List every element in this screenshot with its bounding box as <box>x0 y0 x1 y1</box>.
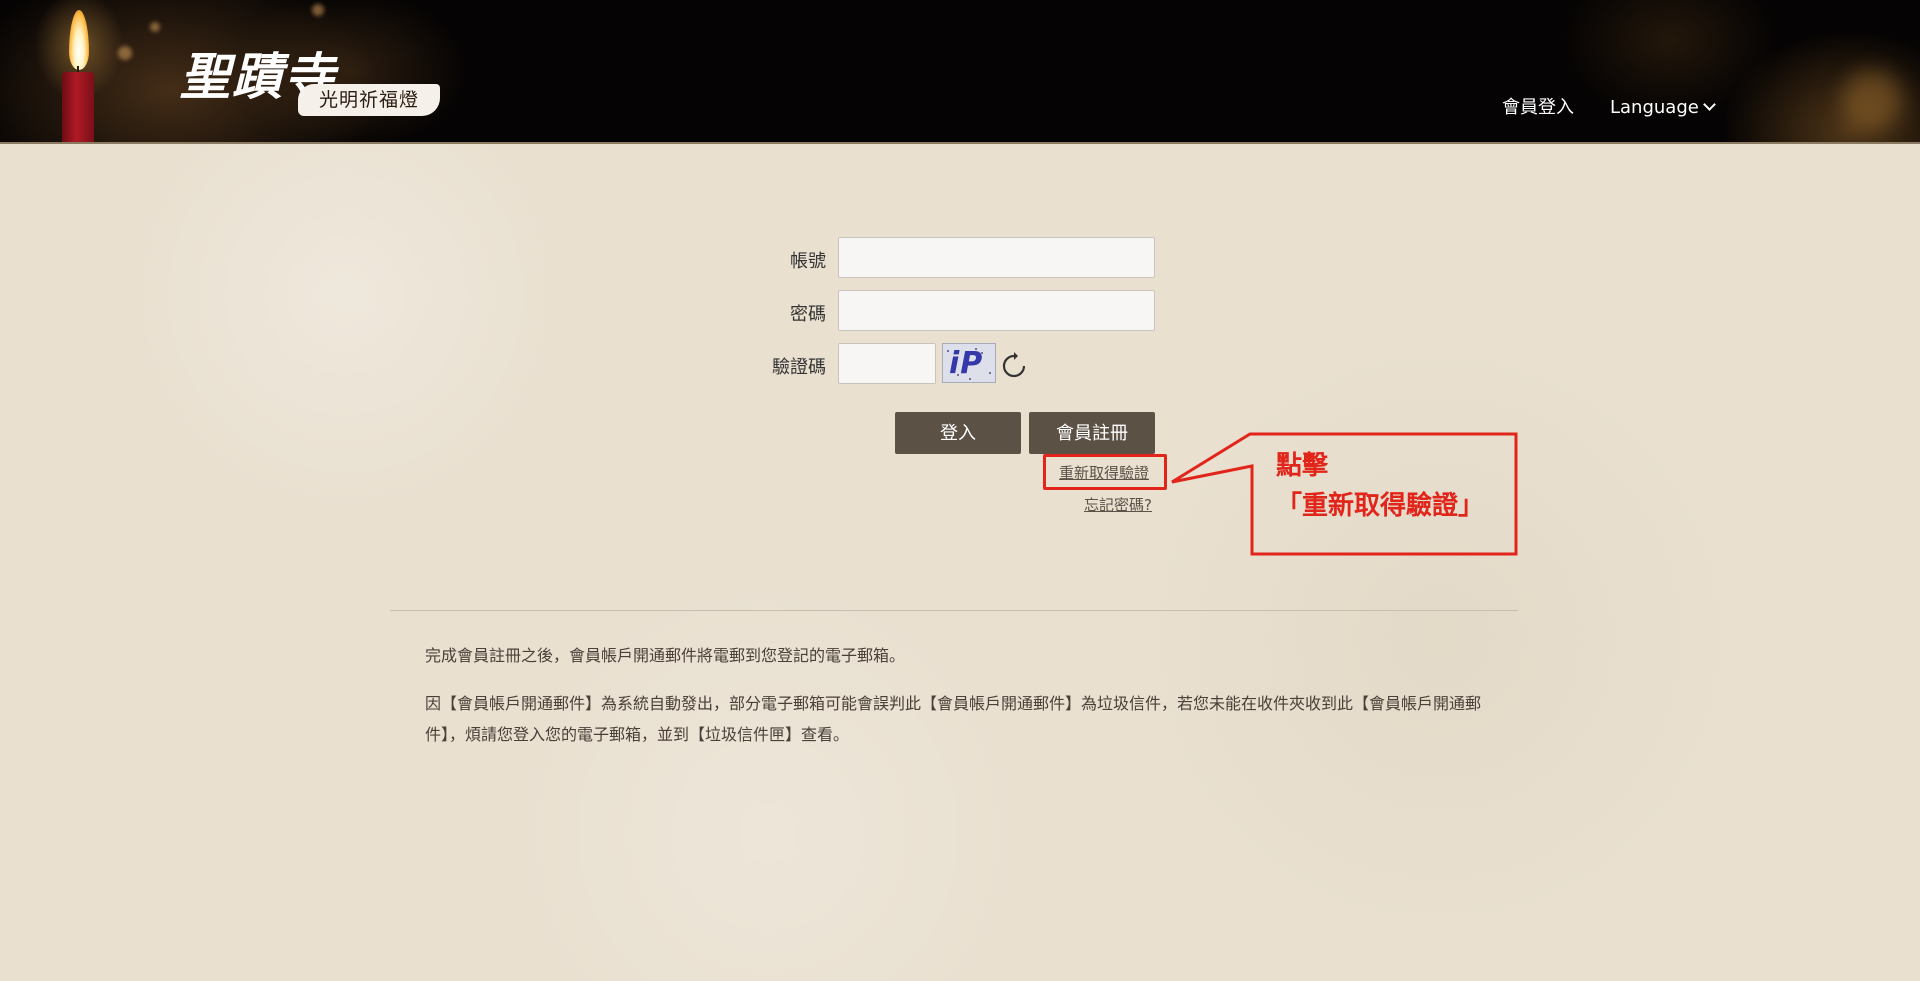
bokeh-light <box>150 22 160 32</box>
nav-language-label: Language <box>1610 97 1699 118</box>
login-button[interactable]: 登入 <box>895 412 1021 454</box>
nav-member-login[interactable]: 會員登入 <box>1502 96 1574 120</box>
refresh-icon[interactable] <box>1000 352 1028 380</box>
notice-paragraph-1: 完成會員註冊之後，會員帳戶開通郵件將電郵到您登記的電子郵箱。 <box>425 646 906 665</box>
forgot-password-link[interactable]: 忘記密碼? <box>1084 494 1152 515</box>
captcha-text: iP <box>949 346 984 381</box>
bokeh-light <box>312 4 324 16</box>
account-label: 帳號 <box>790 251 826 272</box>
bokeh-light <box>1842 70 1902 130</box>
callout-text-line1: 點擊 <box>1276 451 1329 481</box>
nav-language-dropdown[interactable]: Language <box>1610 96 1716 120</box>
site-logo-subtitle: 光明祈福燈 <box>298 84 440 116</box>
captcha-label: 驗證碼 <box>772 357 826 378</box>
account-input[interactable] <box>838 237 1155 278</box>
password-label: 密碼 <box>790 304 826 325</box>
notice-paragraph-2: 因【會員帳戶開通郵件】為系統自動發出，部分電子郵箱可能會誤判此【會員帳戶開通郵件… <box>425 694 1482 744</box>
section-divider <box>390 610 1518 611</box>
password-input[interactable] <box>838 290 1155 331</box>
site-header: 聖蹟寺 光明祈福燈 會員登入 Language <box>0 0 1920 144</box>
captcha-input[interactable] <box>838 343 936 384</box>
resend-verification-link[interactable]: 重新取得驗證 <box>1059 462 1149 483</box>
callout-text-line2: 「重新取得驗證」 <box>1276 491 1485 521</box>
chevron-down-icon <box>1702 98 1716 111</box>
register-button[interactable]: 會員註冊 <box>1029 412 1155 454</box>
captcha-image: iP <box>942 343 996 383</box>
